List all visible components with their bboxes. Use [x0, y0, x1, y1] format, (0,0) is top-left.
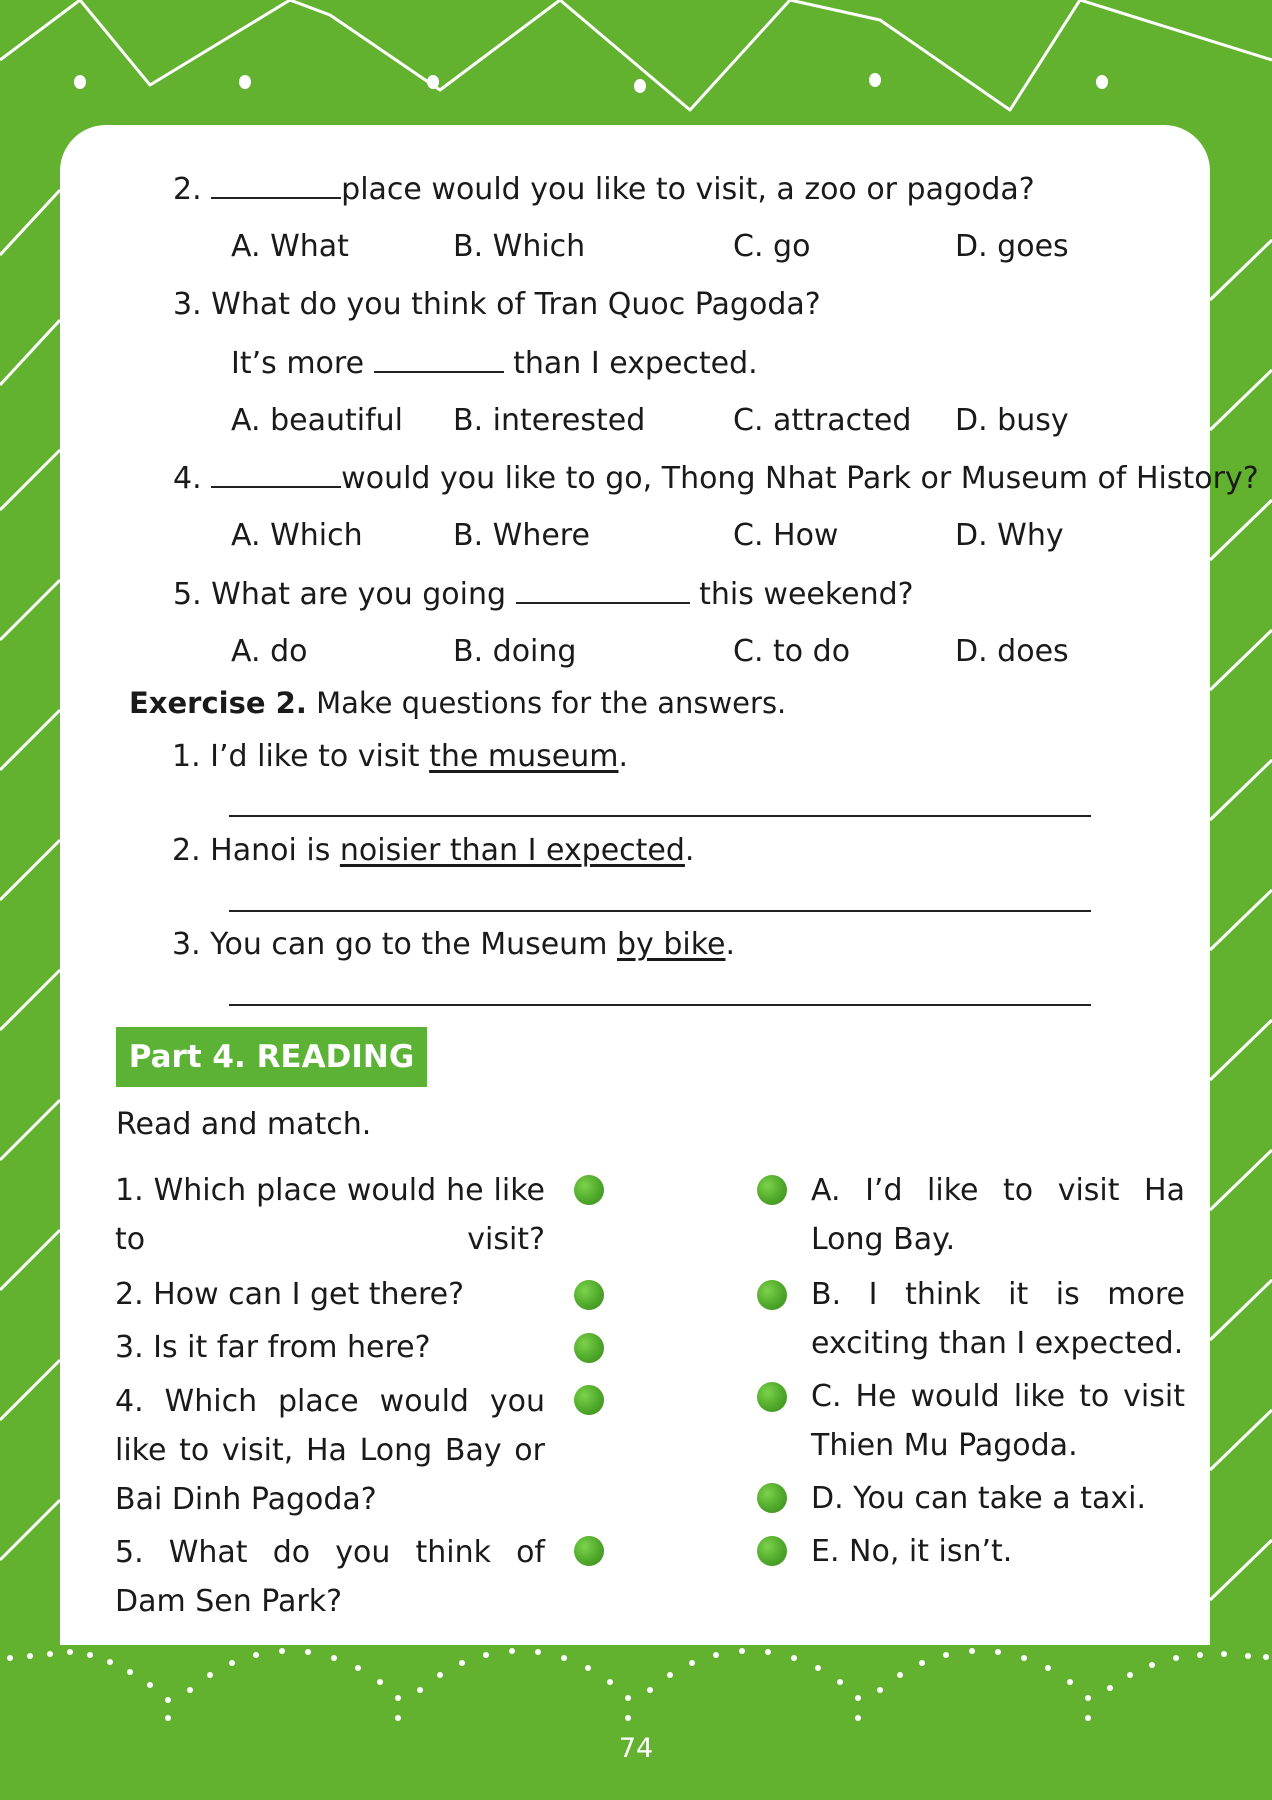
question-5: 5. What are you going this weekend? — [173, 576, 914, 612]
match-dot-left-3[interactable] — [574, 1333, 604, 1363]
exercise-2-item-2: 2. Hanoi is noisier than I expected. — [172, 833, 695, 868]
match-dot-right-d[interactable] — [757, 1483, 787, 1513]
answer-line-1[interactable] — [229, 815, 1091, 817]
match-answer-b: B. I think it is more exciting than I ex… — [811, 1277, 1185, 1361]
option-3c[interactable]: C. attracted — [733, 403, 911, 438]
match-question-3: 3. Is it far from here? — [115, 1330, 431, 1365]
read-and-match-instruction: Read and match. — [116, 1107, 372, 1142]
answer-line-2[interactable] — [229, 910, 1091, 912]
option-2d[interactable]: D. goes — [955, 229, 1069, 264]
part-4-banner: Part 4. READING — [116, 1027, 427, 1087]
match-dot-left-5[interactable] — [574, 1536, 604, 1566]
option-2c[interactable]: C. go — [733, 229, 810, 264]
match-answer-e: E. No, it isn’t. — [811, 1534, 1013, 1569]
match-dot-right-a[interactable] — [757, 1175, 787, 1205]
option-5a[interactable]: A. do — [231, 634, 307, 669]
match-dot-left-2[interactable] — [574, 1280, 604, 1310]
question-3-line2: It’s more than I expected. — [231, 345, 758, 381]
answer-blank[interactable] — [515, 576, 690, 604]
option-4c[interactable]: C. How — [733, 518, 838, 553]
match-answer-d: D. You can take a taxi. — [811, 1481, 1146, 1516]
match-question-2: 2. How can I get there? — [115, 1277, 465, 1312]
exercise-2-item-3: 3. You can go to the Museum by bike. — [172, 927, 736, 962]
answer-line-3[interactable] — [229, 1004, 1091, 1006]
option-3a[interactable]: A. beautiful — [231, 403, 403, 438]
match-dot-right-b[interactable] — [757, 1280, 787, 1310]
page-number: 74 — [618, 1733, 654, 1764]
match-question-4: 4. Which place would you like to visit, … — [115, 1384, 545, 1517]
match-answer-c: C. He would like to visit Thien Mu Pagod… — [811, 1379, 1185, 1463]
option-5d[interactable]: D. does — [955, 634, 1069, 669]
option-5b[interactable]: B. doing — [453, 634, 576, 669]
answer-blank[interactable] — [373, 345, 504, 373]
option-3b[interactable]: B. interested — [453, 403, 645, 438]
exercise-2-heading: Exercise 2. Make questions for the answe… — [129, 686, 787, 720]
match-question-5: 5. What do you think of Dam Sen Park? — [115, 1535, 545, 1619]
question-2: 2. place would you like to visit, a zoo … — [173, 171, 1035, 207]
match-dot-right-e[interactable] — [757, 1536, 787, 1566]
option-3d[interactable]: D. busy — [955, 403, 1069, 438]
match-dot-left-1[interactable] — [574, 1175, 604, 1205]
exercise-2-item-1: 1. I’d like to visit the museum. — [172, 739, 629, 774]
question-4: 4. would you like to go, Thong Nhat Park… — [173, 460, 1259, 496]
match-dot-right-c[interactable] — [757, 1382, 787, 1412]
option-2b[interactable]: B. Which — [453, 229, 585, 264]
match-dot-left-4[interactable] — [574, 1385, 604, 1415]
option-5c[interactable]: C. to do — [733, 634, 850, 669]
option-4b[interactable]: B. Where — [453, 518, 590, 553]
match-question-1: 1. Which place would he like to visit? — [115, 1173, 545, 1257]
answer-blank[interactable] — [211, 171, 342, 199]
question-3: 3. What do you think of Tran Quoc Pagoda… — [173, 287, 821, 322]
option-4d[interactable]: D. Why — [955, 518, 1064, 553]
answer-blank[interactable] — [211, 460, 342, 488]
match-answer-a: A. I’d like to visit Ha Long Bay. — [811, 1173, 1185, 1257]
option-4a[interactable]: A. Which — [231, 518, 363, 553]
option-2a[interactable]: A. What — [231, 229, 349, 264]
